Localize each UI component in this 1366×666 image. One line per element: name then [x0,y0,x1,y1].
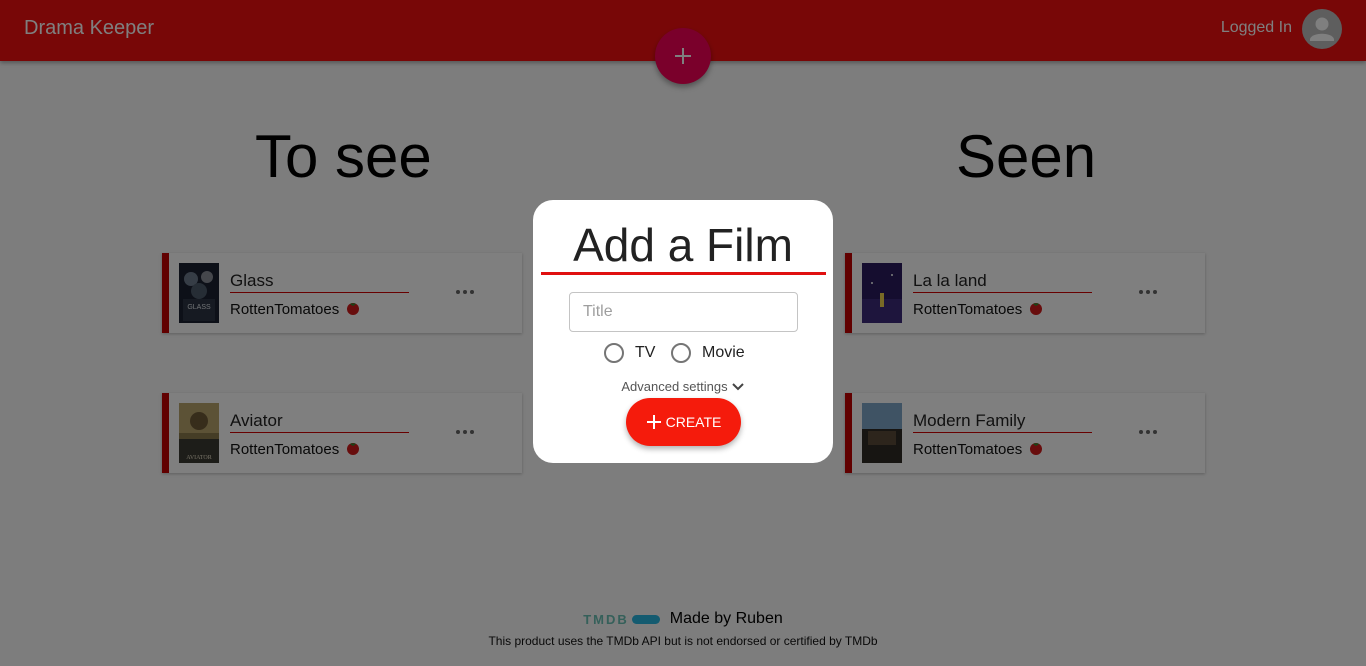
title-input[interactable] [569,292,798,332]
radio-label: Movie [702,344,745,361]
add-film-dialog: Add a Film TV Movie Advanced settings CR… [533,200,833,463]
chevron-down-icon [731,382,744,390]
advanced-settings-toggle[interactable]: Advanced settings [533,379,833,394]
radio-tv[interactable]: TV [604,343,655,363]
advanced-settings-label: Advanced settings [621,379,728,394]
radio-label: TV [635,344,656,361]
create-label: CREATE [665,414,722,430]
dialog-title-underline [541,272,826,275]
plus-icon [646,415,661,429]
dialog-title: Add a Film [573,219,793,271]
radio-movie[interactable]: Movie [671,343,745,363]
radio-circle[interactable] [671,343,691,363]
radio-circle[interactable] [604,343,624,363]
create-button[interactable]: CREATE [626,398,741,446]
